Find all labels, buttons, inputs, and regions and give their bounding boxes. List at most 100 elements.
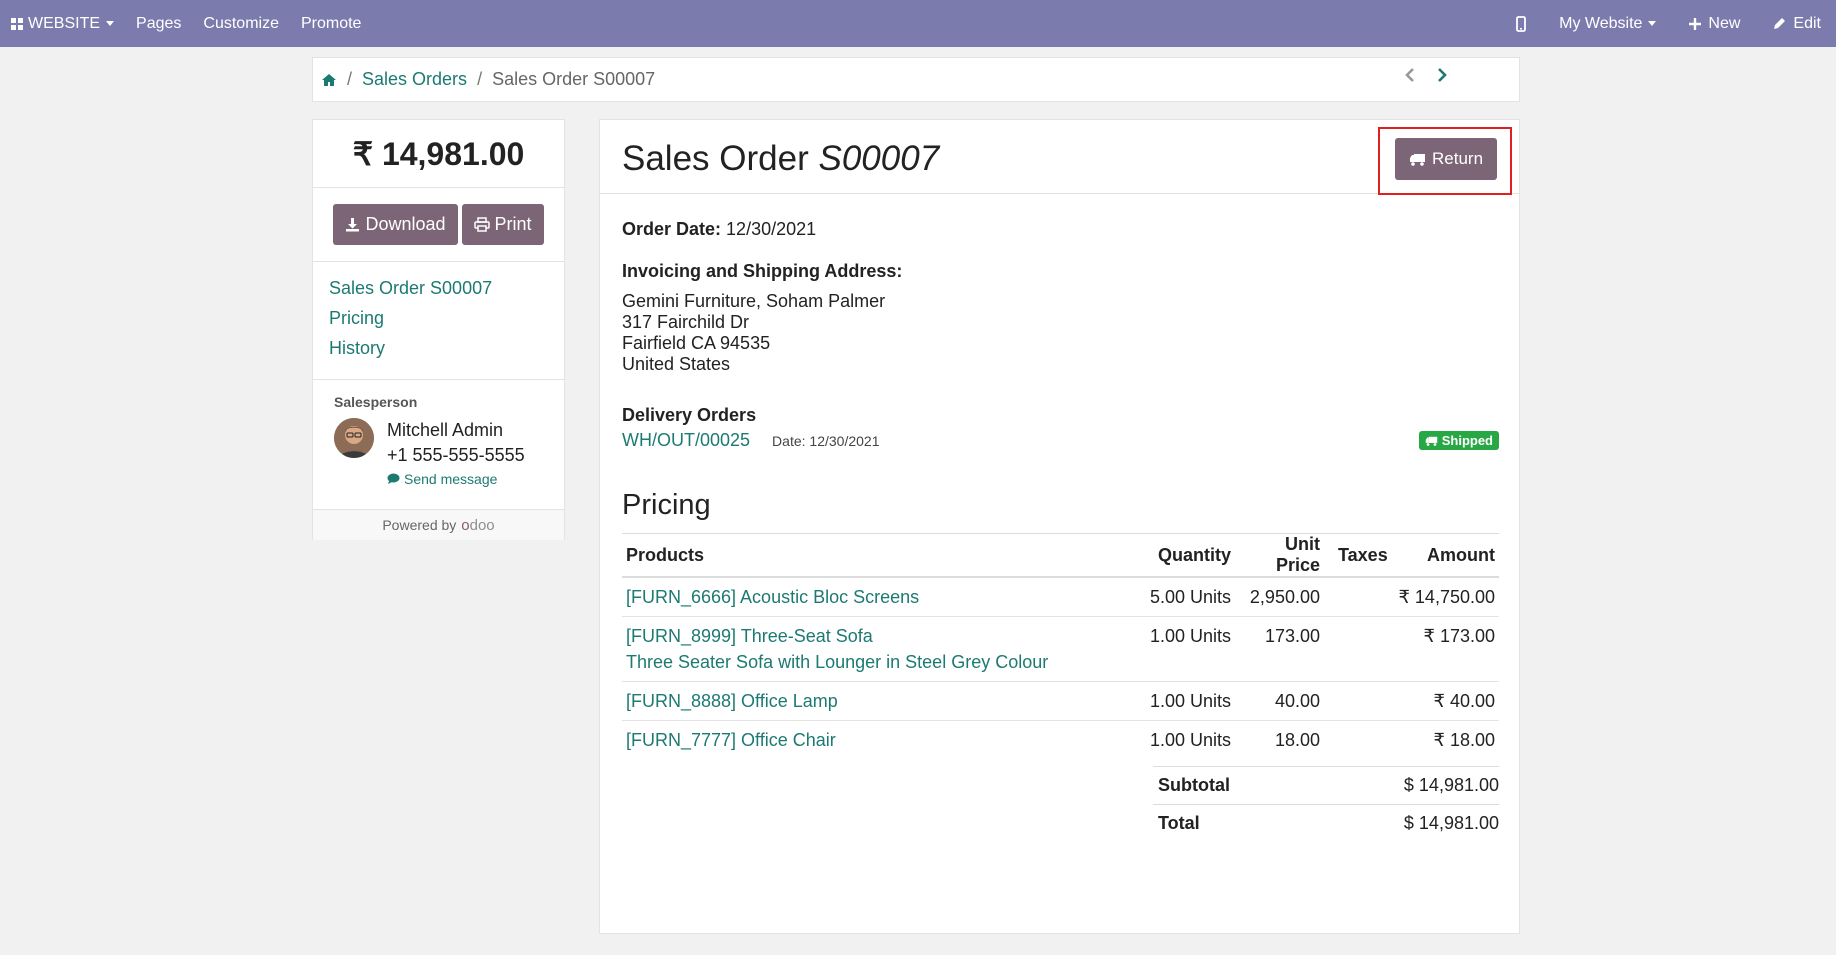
- line-amount: ₹ 14,750.00: [1394, 577, 1499, 617]
- delivery-date: Date: 12/30/2021: [772, 433, 879, 449]
- download-label: Download: [365, 214, 446, 234]
- home-icon[interactable]: [321, 73, 337, 87]
- powered-by: Powered by odoo: [313, 510, 564, 540]
- truck-icon: [1410, 153, 1425, 166]
- breadcrumb: / Sales Orders / Sales Order S00007: [312, 57, 1520, 102]
- subtotal-row: Subtotal $ 14,981.00: [1153, 766, 1499, 804]
- total-value: $ 14,981.00: [1403, 813, 1499, 833]
- print-button[interactable]: Print: [461, 204, 544, 245]
- order-totals: Subtotal $ 14,981.00 Total $ 14,981.00: [1153, 766, 1499, 842]
- line-unit-price: 18.00: [1274, 730, 1320, 750]
- product-link[interactable]: [FURN_6666] Acoustic Bloc Screens: [626, 587, 919, 607]
- nav-sales-order[interactable]: Sales Order S00007: [329, 278, 548, 308]
- breadcrumb-separator: /: [477, 69, 483, 89]
- subtotal-value: $ 14,981.00: [1403, 775, 1499, 795]
- send-message-link[interactable]: Send message: [387, 471, 525, 487]
- status-badge: Shipped: [1418, 431, 1499, 450]
- line-taxes: [1324, 577, 1394, 617]
- apps-grid-icon: [11, 17, 23, 30]
- avatar: [334, 418, 374, 458]
- chevron-left-icon: [1405, 68, 1414, 82]
- return-label: Return: [1432, 149, 1484, 168]
- new-button-label: New: [1708, 14, 1741, 32]
- sidebar-nav: Sales Order S00007 Pricing History: [313, 262, 564, 380]
- nav-pricing[interactable]: Pricing: [329, 308, 548, 338]
- menu-customize[interactable]: Customize: [192, 0, 290, 47]
- address-line: 317 Fairchild Dr: [622, 312, 750, 332]
- line-unit-price: 173.00: [1235, 616, 1324, 682]
- table-row: [FURN_6666] Acoustic Bloc Screens 5.00 U…: [622, 577, 1499, 617]
- delivery-order-link[interactable]: WH/OUT/00025: [622, 430, 750, 451]
- sidebar-actions: Download Print: [313, 188, 564, 262]
- send-message-label: Send message: [404, 471, 498, 487]
- website-topbar: WEBSITE Pages Customize Promote My Websi…: [0, 0, 1836, 47]
- column-products: Products: [622, 533, 1135, 578]
- salesperson-phone: +1 555-555-5555: [387, 445, 525, 465]
- line-quantity: 1.00 Units: [1135, 681, 1235, 721]
- caret-down-icon: [1648, 21, 1657, 26]
- address-line: United States: [622, 354, 731, 374]
- delivery-order-row: WH/OUT/00025 Date: 12/30/2021 Shipped: [622, 430, 1499, 451]
- order-number: S00007: [818, 139, 940, 178]
- address-line: Gemini Furniture, Soham Palmer: [622, 291, 886, 311]
- order-main-card: Sales Order S00007 Return Order Date: 12…: [599, 119, 1520, 934]
- edit-button-label: Edit: [1793, 14, 1821, 32]
- table-row: [FURN_8999] Three-Seat Sofa Three Seater …: [622, 616, 1499, 682]
- order-total-amount: ₹ 14,981.00: [313, 120, 564, 188]
- website-app-label: WEBSITE: [28, 14, 101, 32]
- nav-history[interactable]: History: [329, 338, 548, 368]
- salesperson-label: Salesperson: [334, 394, 418, 410]
- salesperson-name: Mitchell Admin: [387, 420, 504, 440]
- line-amount: ₹ 40.00: [1394, 681, 1499, 721]
- line-quantity: 1.00 Units: [1135, 616, 1235, 682]
- powered-by-label: Powered by: [382, 517, 457, 533]
- menu-promote[interactable]: Promote: [290, 0, 372, 47]
- product-link[interactable]: [FURN_7777] Office Chair: [626, 730, 836, 750]
- pricing-heading: Pricing: [622, 489, 711, 521]
- title-prefix: Sales Order: [622, 139, 809, 178]
- salesperson-section: Salesperson Mitchell Admin +1 555-555-55…: [313, 380, 564, 510]
- next-record-button[interactable]: [1437, 67, 1447, 83]
- product-description-link[interactable]: Three Seater Sofa with Lounger in Steel …: [626, 652, 1048, 672]
- download-button[interactable]: Download: [333, 204, 458, 245]
- order-lines-table: Products Quantity Unit Price Taxes Amoun…: [622, 533, 1499, 759]
- column-amount: Amount: [1394, 533, 1499, 578]
- record-pager: [1405, 67, 1447, 83]
- line-quantity: 5.00 Units: [1135, 577, 1235, 617]
- chevron-right-icon: [1438, 68, 1447, 82]
- line-unit-price: 40.00: [1235, 681, 1324, 721]
- comment-icon: [387, 473, 400, 484]
- column-unit-price: Unit Price: [1235, 533, 1324, 578]
- return-button[interactable]: Return: [1395, 138, 1498, 180]
- order-date: Order Date: 12/30/2021: [622, 219, 816, 240]
- caret-down-icon: [106, 21, 115, 26]
- odoo-logo[interactable]: odoo: [461, 517, 494, 534]
- address-line: Fairfield CA 94535: [622, 333, 771, 353]
- order-date-value: 12/30/2021: [726, 219, 817, 239]
- page-title: Sales Order S00007: [622, 139, 939, 179]
- download-icon: [346, 218, 360, 232]
- new-button[interactable]: New: [1667, 0, 1751, 47]
- order-sidebar: ₹ 14,981.00 Download Print Sales Order S…: [312, 119, 565, 540]
- mobile-preview-button[interactable]: [1505, 0, 1548, 47]
- truck-icon: [1425, 436, 1437, 446]
- mobile-icon: [1516, 15, 1527, 32]
- line-taxes: [1324, 721, 1394, 760]
- return-highlight: Return: [1378, 127, 1512, 195]
- website-app-menu[interactable]: WEBSITE: [0, 0, 125, 47]
- breadcrumb-separator: /: [347, 69, 353, 89]
- delivery-orders-heading: Delivery Orders: [622, 405, 757, 425]
- website-selector[interactable]: My Website: [1548, 0, 1667, 47]
- previous-record-button[interactable]: [1405, 67, 1415, 83]
- printer-icon: [473, 217, 490, 232]
- breadcrumb-sales-orders[interactable]: Sales Orders: [362, 69, 467, 90]
- product-link[interactable]: [FURN_8888] Office Lamp: [626, 691, 838, 711]
- pencil-icon: [1774, 18, 1786, 29]
- status-badge-label: Shipped: [1441, 433, 1493, 448]
- total-label: Total: [1158, 813, 1200, 833]
- menu-pages[interactable]: Pages: [125, 0, 192, 47]
- table-row: [FURN_8888] Office Lamp 1.00 Units 40.00…: [622, 681, 1499, 721]
- edit-button[interactable]: Edit: [1751, 0, 1832, 47]
- print-label: Print: [494, 214, 532, 234]
- product-link[interactable]: [FURN_8999] Three-Seat Sofa: [626, 626, 873, 646]
